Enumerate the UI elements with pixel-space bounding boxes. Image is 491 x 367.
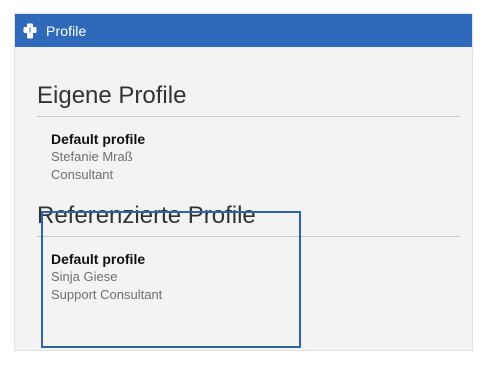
profiles-content: Eigene Profile Default profile Stefanie … bbox=[37, 82, 463, 304]
own-profile-name: Default profile bbox=[51, 131, 146, 147]
referenced-profile-role: Support Consultant bbox=[51, 287, 163, 302]
referenced-profiles-divider bbox=[37, 236, 460, 237]
title-bar: Profile bbox=[15, 14, 472, 47]
referenced-profile-card[interactable]: Default profile Sinja Giese Support Cons… bbox=[37, 249, 463, 304]
referenced-profile-person: Sinja Giese bbox=[51, 269, 118, 284]
own-profile-role: Consultant bbox=[51, 167, 114, 182]
puzzle-icon bbox=[22, 23, 38, 39]
own-profiles-divider bbox=[37, 116, 460, 117]
window-title: Profile bbox=[46, 22, 87, 39]
own-profiles-heading: Eigene Profile bbox=[37, 82, 187, 109]
referenced-profiles-heading: Referenzierte Profile bbox=[37, 202, 256, 229]
profile-window: Profile Eigene Profile Default profile S… bbox=[14, 13, 473, 351]
own-profiles-section: Eigene Profile Default profile Stefanie … bbox=[37, 82, 463, 184]
own-profile-person: Stefanie Mraß bbox=[51, 149, 133, 164]
referenced-profile-name: Default profile bbox=[51, 251, 146, 267]
own-profile-card[interactable]: Default profile Stefanie Mraß Consultant bbox=[37, 129, 463, 184]
referenced-profiles-section: Referenzierte Profile Default profile Si… bbox=[37, 202, 463, 304]
